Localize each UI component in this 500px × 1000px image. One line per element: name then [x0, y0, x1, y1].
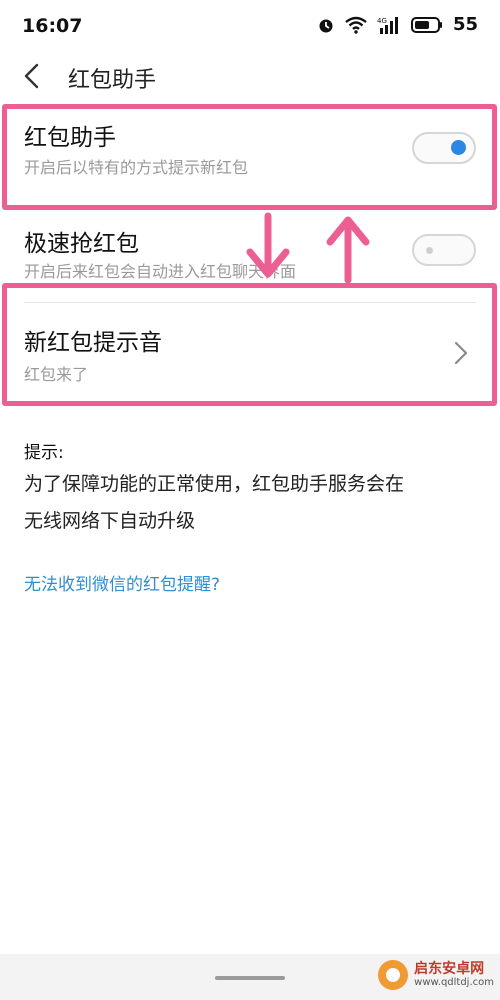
cellular-signal-icon: 4G	[377, 16, 398, 34]
wifi-icon	[345, 16, 367, 34]
setting-subtitle: 红包来了	[24, 365, 89, 384]
watermark-url: www.qdltdj.com	[414, 977, 494, 988]
status-bar: 16:07 4G 55	[0, 0, 500, 52]
svg-text:4G: 4G	[377, 17, 387, 25]
annotation-arrows	[246, 212, 370, 284]
watermark-text: 启东安卓网 www.qdltdj.com	[414, 961, 494, 989]
hint-text-line-1: 为了保障功能的正常使用，红包助手服务会在	[24, 473, 405, 495]
watermark: 启东安卓网 www.qdltdj.com	[378, 960, 494, 990]
watermark-logo-icon	[378, 960, 409, 990]
back-button[interactable]	[18, 62, 48, 92]
nav-bar: 红包助手	[0, 52, 500, 100]
watermark-name: 启东安卓网	[414, 961, 485, 977]
setting-title: 红包助手	[24, 125, 116, 151]
arrow-up-icon	[326, 216, 370, 284]
help-link[interactable]: 无法收到微信的红包提醒?	[24, 570, 220, 595]
status-time: 16:07	[22, 15, 83, 37]
divider	[24, 302, 476, 303]
page-title: 红包助手	[68, 68, 157, 93]
hint-label: 提示:	[24, 443, 64, 463]
back-arrow-icon	[24, 63, 39, 89]
home-indicator[interactable]	[215, 976, 285, 980]
chevron-right-icon	[454, 341, 468, 365]
setting-red-packet-assistant[interactable]: 红包助手 开启后以特有的方式提示新红包	[0, 106, 500, 206]
alarm-icon	[319, 19, 333, 32]
setting-subtitle: 开启后以特有的方式提示新红包	[24, 158, 249, 177]
setting-notification-sound[interactable]: 新红包提示音 红包来了	[0, 305, 500, 400]
arrow-down-icon	[246, 212, 290, 278]
fast-grab-toggle[interactable]	[412, 234, 476, 266]
setting-title: 极速抢红包	[24, 231, 139, 257]
status-icons: 4G 55	[317, 14, 478, 35]
bottom-navigation-bar: 启东安卓网 www.qdltdj.com	[0, 954, 500, 1000]
toggle-knob	[451, 140, 466, 155]
battery-level: 55	[452, 14, 478, 35]
battery-icon	[410, 16, 442, 33]
toggle-knob	[426, 246, 433, 254]
red-packet-assistant-toggle[interactable]	[412, 132, 476, 164]
hint-text-line-2: 无线网络下自动升级	[24, 510, 196, 532]
setting-title: 新红包提示音	[24, 330, 162, 356]
